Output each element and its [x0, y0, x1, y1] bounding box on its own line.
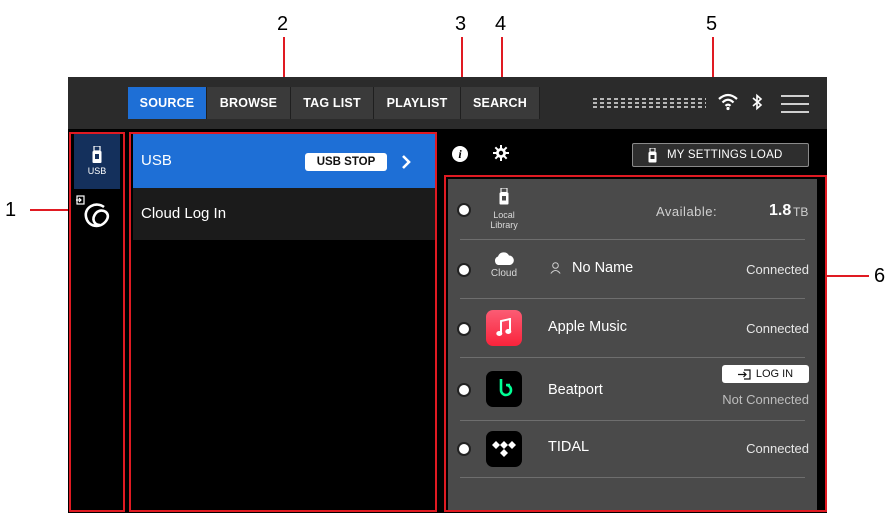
tab-playlist[interactable]: PLAYLIST [374, 87, 461, 119]
callout-6: 6 [874, 265, 886, 287]
tab-source[interactable]: SOURCE [128, 87, 207, 119]
usb-icon [648, 147, 657, 162]
menu-icon[interactable] [781, 94, 809, 114]
info-icon[interactable]: i [452, 146, 468, 162]
top-bar: SOURCE BROWSE TAG LIST PLAYLIST SEARCH [68, 77, 827, 129]
callout-1: 1 [5, 199, 17, 221]
highlight-box-6 [444, 175, 827, 512]
my-settings-load-button[interactable]: MY SETTINGS LOAD [632, 143, 809, 167]
my-settings-load-label: MY SETTINGS LOAD [667, 149, 783, 161]
tab-browse[interactable]: BROWSE [207, 87, 291, 119]
level-meter-icon [593, 98, 706, 108]
callout-2: 2 [277, 13, 289, 35]
callout-4: 4 [495, 13, 507, 35]
bluetooth-icon[interactable] [751, 93, 763, 111]
wifi-icon [718, 93, 738, 111]
callout-5: 5 [706, 13, 718, 35]
gear-icon[interactable] [493, 145, 509, 161]
highlight-box-2 [129, 132, 437, 512]
callout-line-1 [30, 209, 70, 211]
callout-3: 3 [455, 13, 467, 35]
highlight-box-1 [69, 132, 125, 512]
tab-search[interactable]: SEARCH [461, 87, 540, 119]
callout-line-6 [827, 275, 869, 277]
tab-tag-list[interactable]: TAG LIST [291, 87, 374, 119]
